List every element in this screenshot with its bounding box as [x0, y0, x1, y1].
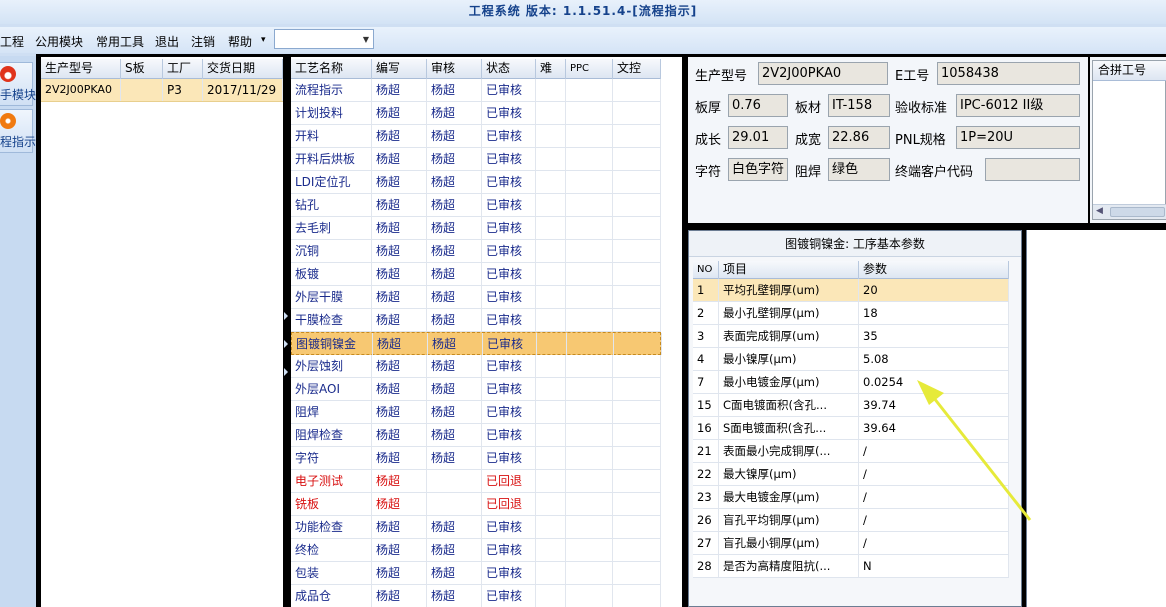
annotation-overlay [917, 380, 1032, 521]
annotation-arrowhead [917, 380, 944, 405]
annotation-arrow-line [928, 392, 1032, 521]
